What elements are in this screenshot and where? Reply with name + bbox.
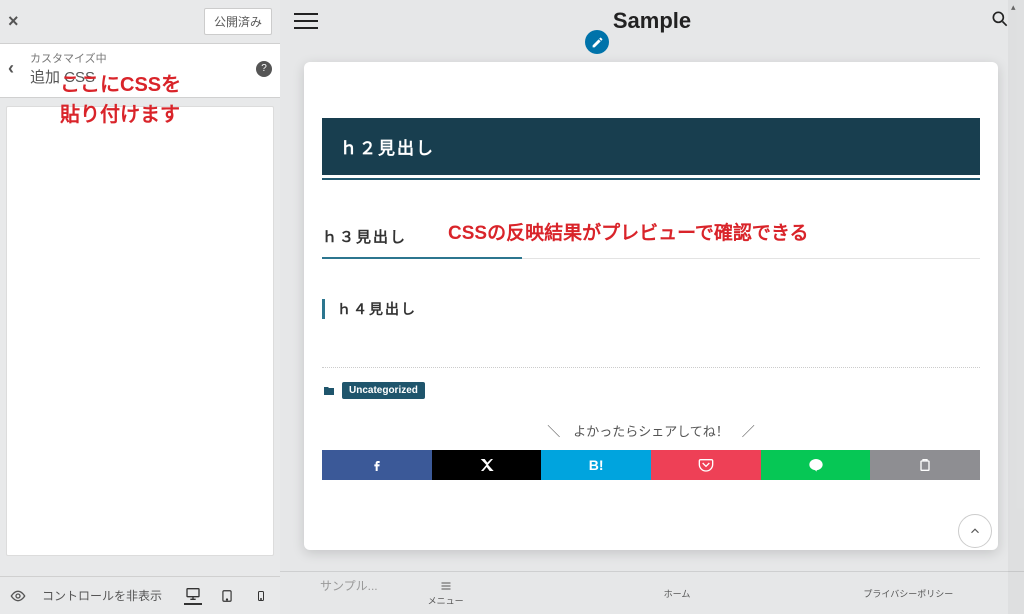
h4-heading: ｈ４見出し	[322, 299, 980, 319]
site-header: Sample	[280, 0, 1024, 42]
desktop-icon[interactable]	[184, 587, 202, 605]
bottomnav-home[interactable]: ホーム	[561, 572, 792, 614]
annotation-paste-css: ここにCSSを 貼り付けます	[60, 70, 181, 130]
scroll-up-icon[interactable]: ▴	[1011, 2, 1021, 12]
help-icon[interactable]: ?	[256, 61, 272, 77]
hide-controls-icon[interactable]	[10, 588, 26, 604]
share-copy-button[interactable]	[870, 450, 980, 480]
share-caption: ＼ よかったらシェアしてね！ ／	[322, 421, 980, 440]
annotation-line: ここにCSSを	[60, 70, 181, 100]
device-switcher	[184, 587, 270, 605]
hatena-b-icon: B!	[589, 457, 604, 473]
search-icon[interactable]	[990, 9, 1010, 34]
h2-underline	[322, 178, 980, 180]
edit-shortcut-icon[interactable]	[585, 30, 609, 54]
label: プライバシーポリシー	[863, 587, 953, 600]
share-hatena-button[interactable]: B!	[541, 450, 651, 480]
share-facebook-button[interactable]	[322, 450, 432, 480]
folder-icon	[322, 385, 336, 397]
category-row: Uncategorized	[322, 382, 980, 399]
scrollbar[interactable]: ▴	[1008, 0, 1024, 614]
h2-heading: ｈ２見出し	[322, 118, 980, 175]
bottomnav-privacy[interactable]: プライバシーポリシー	[793, 572, 1024, 614]
site-title: Sample	[280, 8, 1024, 34]
share-line-button[interactable]	[761, 450, 871, 480]
customizer-panel: × 公開済み ‹ カスタマイズ中 追加 CSS ? ここにCSSを 貼り付けます…	[0, 0, 280, 614]
label: ホーム	[664, 587, 691, 600]
share-buttons: B!	[322, 450, 980, 480]
tablet-icon[interactable]	[218, 587, 236, 605]
breadcrumb: カスタマイズ中	[30, 50, 256, 66]
site-bottom-nav: サンプル... メニュー ホーム プライバシーポリシー	[280, 571, 1024, 614]
annotation-preview-result: CSSの反映結果がプレビューで確認できる	[448, 218, 809, 245]
share-x-button[interactable]	[432, 450, 542, 480]
label: メニュー	[428, 594, 464, 607]
customizer-top-bar: × 公開済み	[0, 0, 280, 44]
close-icon[interactable]: ×	[8, 11, 19, 32]
mobile-icon[interactable]	[252, 587, 270, 605]
sample-placeholder: サンプル...	[320, 577, 378, 594]
preview-card: ｈ２見出し ｈ３見出し ｈ４見出し Uncategorized ＼ よかったらシ…	[304, 62, 998, 550]
share-pocket-button[interactable]	[651, 450, 761, 480]
h3-underline	[322, 257, 980, 259]
publish-button[interactable]: 公開済み	[204, 8, 272, 35]
customizer-bottom-bar: コントロールを非表示	[0, 576, 280, 614]
scroll-top-button[interactable]	[958, 514, 992, 548]
hide-controls-label[interactable]: コントロールを非表示	[42, 587, 162, 604]
back-icon[interactable]: ‹	[8, 58, 30, 79]
annotation-line: 貼り付けます	[60, 100, 181, 130]
css-editor-input[interactable]	[6, 106, 274, 556]
divider	[322, 367, 980, 368]
category-badge[interactable]: Uncategorized	[342, 382, 425, 399]
